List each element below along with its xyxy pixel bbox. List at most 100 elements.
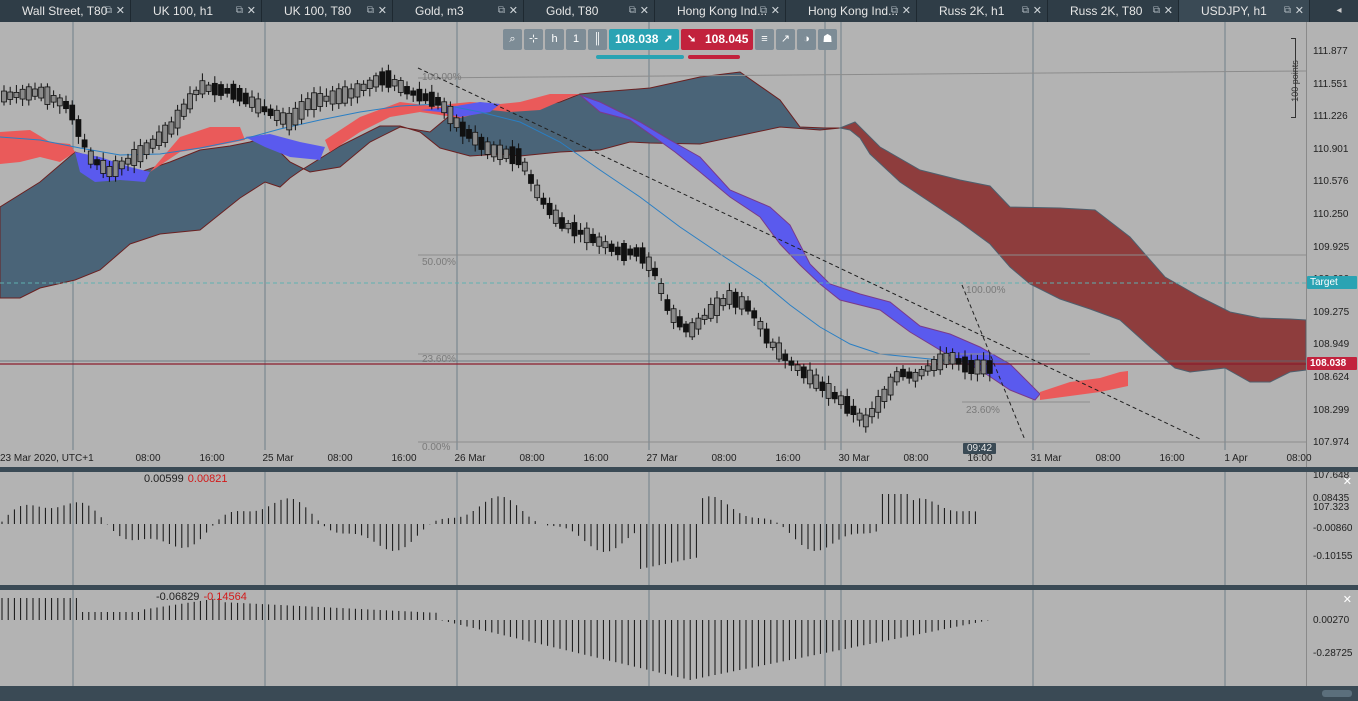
tab-scroll-button[interactable]: ◂: [1320, 0, 1358, 22]
popout-icon[interactable]: ⧉: [760, 0, 767, 22]
bid-volume-bar: [596, 55, 684, 59]
ichimoku-red-band-right: [1040, 371, 1128, 400]
tab-2[interactable]: UK 100, h1 ⧉ ✕: [131, 0, 262, 22]
scroll-thumb[interactable]: [1322, 690, 1352, 697]
candle-body: [602, 241, 609, 249]
close-icon[interactable]: ✕: [1164, 0, 1173, 22]
time-axis-tick: 08:00: [519, 453, 545, 464]
ask-price-button[interactable]: ➘ 108.045: [681, 29, 753, 50]
search-icon[interactable]: ⌕: [503, 29, 522, 50]
bid-price-button[interactable]: 108.038 ➚: [609, 29, 679, 50]
close-icon[interactable]: ✕: [378, 0, 387, 22]
popout-icon[interactable]: ⧉: [236, 0, 243, 22]
candle-body: [943, 352, 950, 365]
candle-body: [683, 323, 689, 333]
candle-body: [137, 145, 144, 163]
period-button[interactable]: 1: [566, 29, 586, 50]
candle-body: [670, 308, 677, 323]
close-icon[interactable]: ✕: [509, 0, 518, 22]
candle-body: [850, 405, 857, 416]
candle-body: [193, 89, 200, 96]
popout-icon[interactable]: ⧉: [367, 0, 374, 22]
candle-body: [236, 87, 243, 102]
candle-body: [695, 317, 702, 330]
candle-body: [106, 166, 113, 178]
ask-price: 108.045: [705, 32, 749, 46]
close-icon[interactable]: ✕: [640, 0, 649, 22]
main-chart[interactable]: [0, 22, 1358, 467]
candle-body: [552, 209, 559, 224]
popout-icon[interactable]: ⧉: [1022, 0, 1029, 22]
candle-body: [590, 233, 596, 244]
candle-body: [862, 414, 869, 428]
tab-8[interactable]: Russ 2K, h1 ⧉ ✕: [917, 0, 1048, 22]
candle-body: [174, 109, 181, 129]
indicators-icon[interactable]: ↗: [776, 29, 795, 50]
candle-body: [323, 95, 330, 102]
price-axis-tick: 111.877: [1313, 46, 1348, 57]
candle-body: [199, 80, 206, 95]
popout-icon[interactable]: ⧉: [498, 0, 505, 22]
ask-volume-bar: [688, 55, 740, 59]
time-axis-tick: 27 Mar: [646, 453, 678, 464]
close-icon[interactable]: ✕: [247, 0, 256, 22]
time-axis-tick: 16:00: [391, 453, 417, 464]
popout-icon[interactable]: ⧉: [105, 0, 112, 22]
timeframe-icon[interactable]: h: [545, 29, 564, 50]
candle-body: [224, 88, 231, 94]
candle-body: [13, 92, 20, 98]
indicator-2-histogram[interactable]: [0, 590, 1306, 686]
close-icon[interactable]: ✕: [1033, 0, 1042, 22]
popout-icon[interactable]: ⧉: [629, 0, 636, 22]
indicator-2-value-1: -0.06829: [156, 591, 200, 603]
time-axis-tick: 30 Mar: [838, 453, 870, 464]
price-axis-tick: 110.901: [1313, 143, 1349, 155]
candle-body: [19, 88, 26, 100]
tab-4[interactable]: Gold, m3 ⧉ ✕: [393, 0, 524, 22]
close-icon[interactable]: ✕: [771, 0, 780, 22]
candle-body: [608, 243, 615, 252]
price-axis-tick: 108.624: [1313, 372, 1350, 383]
close-indicator-1-icon[interactable]: ✕: [1343, 475, 1352, 488]
candle-body: [1, 90, 7, 103]
drawing-icon[interactable]: ◑: [797, 29, 816, 50]
close-icon[interactable]: ✕: [902, 0, 911, 22]
list-icon[interactable]: ≡: [755, 29, 774, 50]
candle-body: [794, 364, 801, 371]
account-icon[interactable]: ☗: [818, 29, 837, 50]
ind1-axis-tick-2: -0.00860: [1313, 523, 1353, 534]
popout-icon[interactable]: ⧉: [1284, 0, 1291, 22]
tab-6[interactable]: Hong Kong Ind... ⧉ ✕: [655, 0, 786, 22]
candle-body: [565, 223, 572, 230]
candle-body: [242, 92, 249, 105]
candle-body: [937, 353, 944, 371]
popout-icon[interactable]: ⧉: [1153, 0, 1160, 22]
indicator-1-value-1: 0.00599: [144, 473, 184, 485]
popout-icon[interactable]: ⧉: [891, 0, 898, 22]
time-axis[interactable]: 23 Mar 2020, UTC+1 08:00 16:00 25 Mar 08:00 1…: [0, 450, 1312, 467]
close-indicator-2-icon[interactable]: ✕: [1343, 593, 1352, 606]
candle-body: [230, 83, 237, 100]
tab-10[interactable]: USDJPY, h1 ⧉ ✕: [1179, 0, 1310, 22]
candle-body: [311, 92, 317, 111]
candle-body: [521, 161, 528, 172]
candle-body: [596, 236, 603, 247]
candles-icon[interactable]: ║: [588, 29, 607, 50]
candle-body: [831, 391, 838, 400]
close-icon[interactable]: ✕: [1295, 0, 1304, 22]
close-icon[interactable]: ✕: [116, 0, 125, 22]
tab-7[interactable]: Hong Kong Ind... ⧉ ✕: [786, 0, 917, 22]
candle-body: [714, 297, 720, 316]
price-axis[interactable]: 111.877 111.551 111.226 110.901 110.576 110.2…: [1306, 22, 1358, 513]
indicator-1-histogram[interactable]: [0, 472, 1306, 585]
candle-body: [924, 365, 931, 372]
horizontal-scrollbar[interactable]: [0, 686, 1358, 701]
tab-1[interactable]: Wall Street, T80 ⧉ ✕: [0, 0, 131, 22]
candle-body: [379, 71, 386, 86]
crosshair-icon[interactable]: ⊹: [524, 29, 543, 50]
tab-3[interactable]: UK 100, T80 ⧉ ✕: [262, 0, 393, 22]
candle-body: [887, 376, 894, 396]
candle-body: [912, 371, 919, 382]
tab-5[interactable]: Gold, T80 ⧉ ✕: [524, 0, 655, 22]
tab-9[interactable]: Russ 2K, T80 ⧉ ✕: [1048, 0, 1179, 22]
